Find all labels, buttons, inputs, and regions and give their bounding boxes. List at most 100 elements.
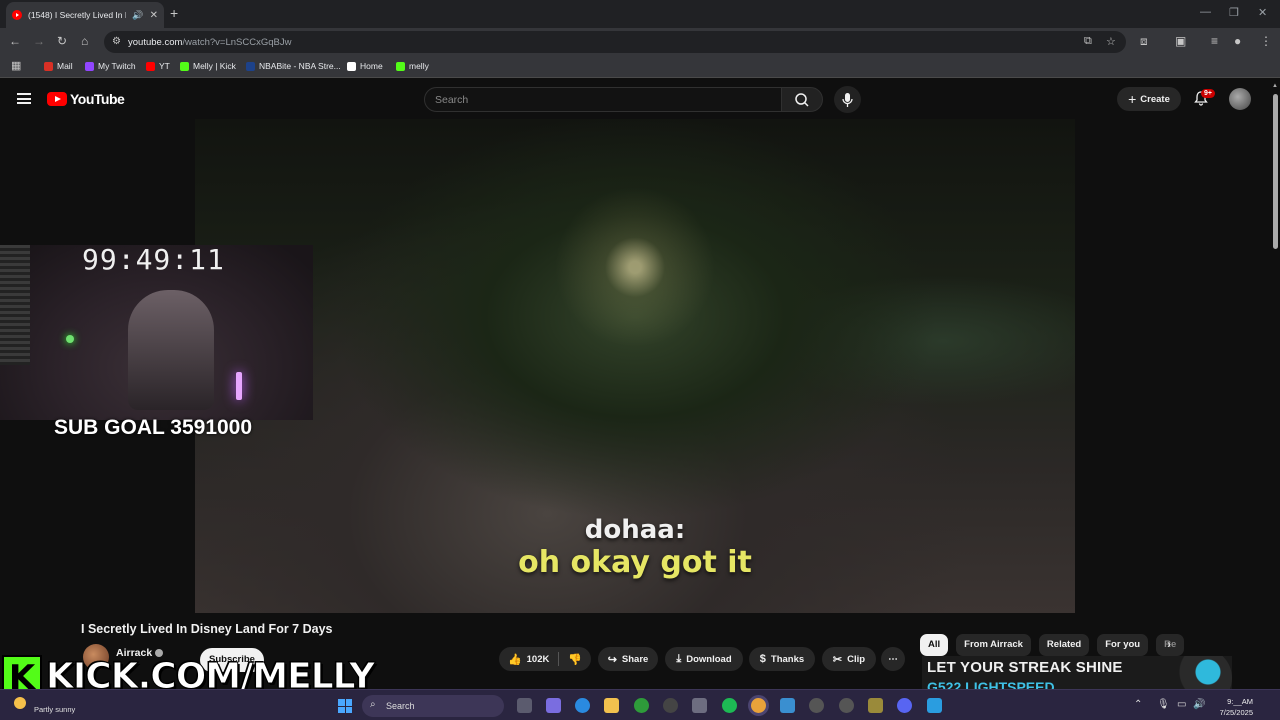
thanks-icon: $ (759, 653, 766, 665)
bookmark-nbabite[interactable]: NBABite - NBA Stre... (246, 61, 341, 71)
apps-grid-icon[interactable]: ▦ (11, 59, 21, 72)
chip-for-you[interactable]: For you (1097, 634, 1149, 656)
system-clock[interactable]: 9:__AM 7/25/2025 (1213, 696, 1253, 718)
video-player[interactable]: dohaa: oh okay got it (195, 119, 1075, 613)
site-info-icon[interactable]: ⚙ (112, 36, 121, 47)
bookmark-twitch[interactable]: My Twitch (85, 61, 136, 71)
edge-icon[interactable] (575, 698, 590, 713)
tray-mic-icon[interactable]: 🎙 (1157, 699, 1170, 710)
start-button[interactable] (338, 699, 352, 713)
browser-tab[interactable]: (1548) I Secretly Lived In Di 🔊 ✕ (6, 2, 164, 28)
logo-text: YouTube (70, 91, 125, 107)
like-icon[interactable]: 👍 (508, 653, 522, 666)
dislike-icon[interactable]: 👎 (568, 653, 582, 666)
thanks-button[interactable]: $ Thanks (749, 647, 815, 671)
install-icon[interactable]: ⧉ (1084, 35, 1092, 48)
spotify-icon[interactable] (722, 698, 737, 713)
bookmark-mail[interactable]: Mail (44, 61, 73, 71)
app-icon[interactable] (868, 698, 883, 713)
scrollbar-thumb[interactable] (1273, 94, 1278, 249)
caption-text: oh okay got it (518, 545, 752, 580)
taskbar-search[interactable]: ⌕ Search (362, 695, 504, 717)
windows-taskbar: Partly sunny ⌕ Search ⌃ 🎙 ▭ 🔊 9:__AM 7/25… (0, 689, 1280, 720)
close-window-icon[interactable]: ✕ (1258, 6, 1267, 19)
restore-icon[interactable]: ❐ (1229, 6, 1239, 19)
tray-network-icon[interactable]: ▭ (1177, 699, 1186, 710)
extensions-icon[interactable]: ⧈ (1140, 34, 1148, 49)
task-view-icon[interactable] (517, 698, 532, 713)
minimize-icon[interactable]: — (1200, 6, 1211, 18)
forward-icon[interactable]: → (33, 34, 45, 48)
search-button[interactable] (781, 87, 823, 112)
chrome-icon[interactable] (751, 698, 766, 713)
weather-widget[interactable]: Partly sunny (14, 697, 75, 714)
profile-icon[interactable]: ● (1234, 34, 1241, 48)
bookmark-kick[interactable]: Melly | Kick (180, 61, 236, 71)
tray-chevron-icon[interactable]: ⌃ (1134, 699, 1142, 710)
screen: (1548) I Secretly Lived In Di 🔊 ✕ + — ❐ … (0, 0, 1280, 720)
clip-button[interactable]: ✂ Clip (822, 647, 876, 671)
new-tab-button[interactable]: + (170, 5, 178, 21)
chip-related[interactable]: Related (1038, 634, 1090, 656)
reload-icon[interactable]: ↻ (57, 34, 67, 48)
sidepanel-icon[interactable]: ▣ (1175, 34, 1186, 48)
share-button[interactable]: ↪ Share (598, 647, 658, 671)
discord-icon[interactable] (897, 698, 912, 713)
media-player-icon[interactable] (809, 698, 824, 713)
search-icon (795, 93, 809, 107)
copilot-icon[interactable] (546, 698, 561, 713)
back-icon[interactable]: ← (9, 34, 21, 48)
address-bar[interactable]: ⚙ youtube.com/watch?v=LnSCCxGqBJw ⧉ ☆ (104, 31, 1126, 53)
voice-search-button[interactable] (834, 86, 861, 113)
youtube-logo[interactable]: YouTube (47, 91, 125, 107)
led-light (66, 335, 74, 343)
chips-next-icon[interactable]: › (1167, 637, 1171, 651)
app-icon[interactable] (839, 698, 854, 713)
media-icon[interactable]: ≡ (1211, 34, 1218, 48)
menu-icon[interactable]: ⋮ (1260, 34, 1272, 48)
like-divider (558, 652, 560, 666)
taskbar-search-label: Search (386, 701, 415, 711)
app-icon[interactable] (927, 698, 942, 713)
related-chips: All From Airrack Related For you Re (920, 634, 1185, 656)
youtube-icon (146, 61, 155, 71)
browser-toolbar: ← → ↻ ⌂ ⚙ youtube.com/watch?v=LnSCCxGqBJ… (0, 28, 1280, 56)
youtube-header: YouTube Search + Create 9+ (0, 79, 1270, 119)
chip-all[interactable]: All (920, 634, 949, 656)
like-count[interactable]: 102K (527, 654, 550, 665)
menu-hamburger-icon[interactable] (17, 93, 31, 104)
window-blinds (0, 245, 30, 365)
chip-from-airrack[interactable]: From Airrack (956, 634, 1031, 656)
file-explorer-icon[interactable] (604, 698, 619, 713)
store-icon[interactable] (692, 698, 707, 713)
page-scrollbar[interactable]: ▲ (1270, 79, 1280, 689)
nba-icon (246, 61, 255, 71)
x-icon (347, 61, 356, 71)
obs-icon[interactable] (663, 698, 678, 713)
plus-icon: + (1128, 91, 1137, 107)
bookmark-x-home[interactable]: Home (347, 61, 383, 71)
clip-scissors-icon: ✂ (832, 653, 843, 666)
scroll-up-icon[interactable]: ▲ (1272, 83, 1278, 89)
photos-icon[interactable] (780, 698, 795, 713)
more-actions-button[interactable]: ⋯ (881, 647, 905, 671)
create-button[interactable]: + Create (1117, 87, 1181, 111)
close-tab-icon[interactable]: ✕ (150, 10, 158, 21)
caption-speaker: dohaa: (584, 515, 686, 545)
speaker-icon[interactable]: 🔊 (132, 10, 143, 21)
kick-icon (396, 61, 405, 71)
xbox-icon[interactable] (634, 698, 649, 713)
like-dislike-group: 👍 102K 👎 (499, 647, 591, 671)
search-input[interactable]: Search (424, 87, 782, 112)
youtube-play-icon (47, 92, 67, 106)
home-icon[interactable]: ⌂ (81, 34, 88, 48)
tray-volume-icon[interactable]: 🔊 (1193, 699, 1205, 710)
bookmark-yt[interactable]: YT (146, 61, 170, 71)
clock-time: 9:__AM (1227, 697, 1253, 706)
share-icon: ↪ (607, 653, 617, 666)
share-label: Share (621, 653, 649, 665)
download-button[interactable]: ⤓ Download (665, 647, 743, 671)
account-avatar[interactable] (1229, 88, 1251, 110)
bookmark-melly[interactable]: melly (396, 61, 429, 71)
bookmark-star-icon[interactable]: ☆ (1106, 35, 1116, 48)
